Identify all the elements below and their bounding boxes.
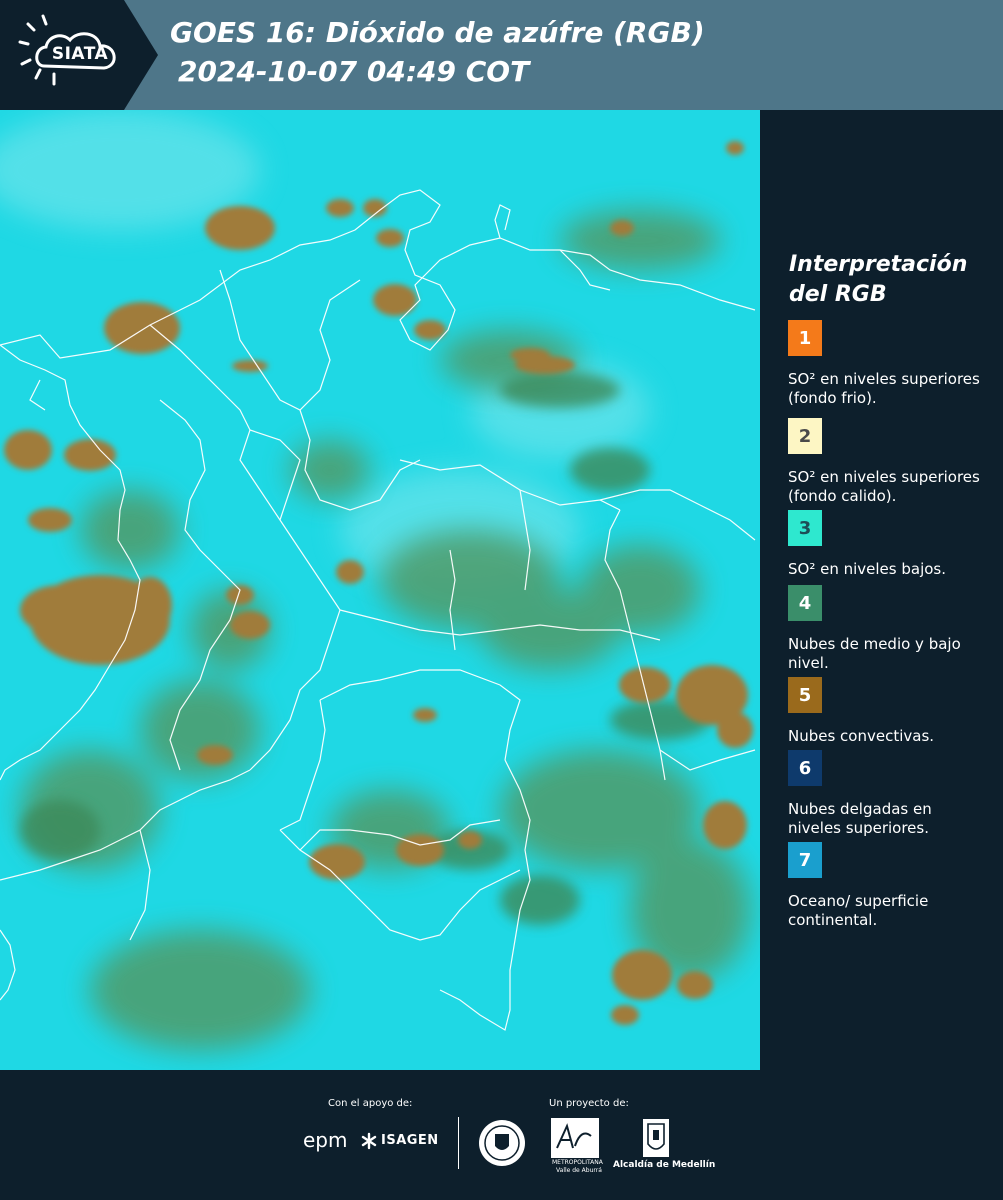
area-metropolitana-subtitle: Valle de Aburrá <box>556 1167 602 1174</box>
alcaldia-name: Alcaldía de Medellín <box>613 1160 716 1170</box>
legend-item-6: 6 Nubes delgadas en niveles superiores. <box>788 750 988 838</box>
legend-item-4: 4 Nubes de medio y bajo nivel. <box>788 585 988 673</box>
isagen-star-icon <box>361 1132 377 1150</box>
legend-item-3: 3 SO² en niveles bajos. <box>788 510 988 579</box>
satellite-map[interactable] <box>0 110 760 1070</box>
legend-label: Oceano/ superficie continental. <box>788 892 929 929</box>
project-label: Un proyecto de: <box>549 1098 629 1109</box>
legend-swatch: 3 <box>788 510 822 546</box>
legend-swatch: 7 <box>788 842 822 878</box>
legend-title: Interpretación del RGB <box>789 250 989 310</box>
support-label: Con el apoyo de: <box>328 1098 413 1109</box>
epm-logo: epm <box>303 1128 348 1152</box>
legend-panel: Interpretación del RGB 1 SO² en niveles … <box>760 110 1003 1070</box>
legend-item-7: 7 Oceano/ superficie continental. <box>788 842 988 930</box>
legend-item-2: 2 SO² en niveles superiores (fondo calid… <box>788 418 988 506</box>
legend-title-line1: Interpretación <box>789 252 968 277</box>
footer: Con el apoyo de: Un proyecto de: epm ISA… <box>0 1070 1003 1200</box>
siata-logo: SIATA <box>0 0 158 110</box>
page-timestamp: 2024-10-07 04:49 COT <box>178 55 530 88</box>
legend-label: SO² en niveles superiores (fondo calido)… <box>788 468 980 505</box>
legend-item-1: 1 SO² en niveles superiores (fondo frio)… <box>788 320 988 408</box>
legend-swatch: 4 <box>788 585 822 621</box>
legend-swatch: 1 <box>788 320 822 356</box>
legend-label: Nubes convectivas. <box>788 727 935 745</box>
legend-item-5: 5 Nubes convectivas. <box>788 677 988 746</box>
page-title: GOES 16: Dióxido de azúfre (RGB) <box>170 16 705 49</box>
legend-swatch: 5 <box>788 677 822 713</box>
logo-text: SIATA <box>51 44 109 64</box>
area-metropolitana-name: METROPOLITANA <box>552 1159 603 1166</box>
legend-label: SO² en niveles superiores (fondo frio). <box>788 370 980 407</box>
isagen-logo: ISAGEN <box>381 1133 439 1148</box>
medellin-seal-icon <box>479 1120 525 1166</box>
satellite-image <box>0 110 760 1070</box>
footer-divider <box>458 1117 459 1169</box>
legend-label: SO² en niveles bajos. <box>788 560 947 578</box>
legend-label: Nubes delgadas en niveles superiores. <box>788 800 932 837</box>
alcaldia-shield-icon <box>643 1119 669 1157</box>
area-metropolitana-logo <box>551 1118 599 1158</box>
legend-swatch: 6 <box>788 750 822 786</box>
header: SIATA GOES 16: Dióxido de azúfre (RGB) 2… <box>0 0 1003 110</box>
legend-title-line2: del RGB <box>789 282 887 307</box>
legend-label: Nubes de medio y bajo nivel. <box>788 635 961 672</box>
legend-swatch: 2 <box>788 418 822 454</box>
